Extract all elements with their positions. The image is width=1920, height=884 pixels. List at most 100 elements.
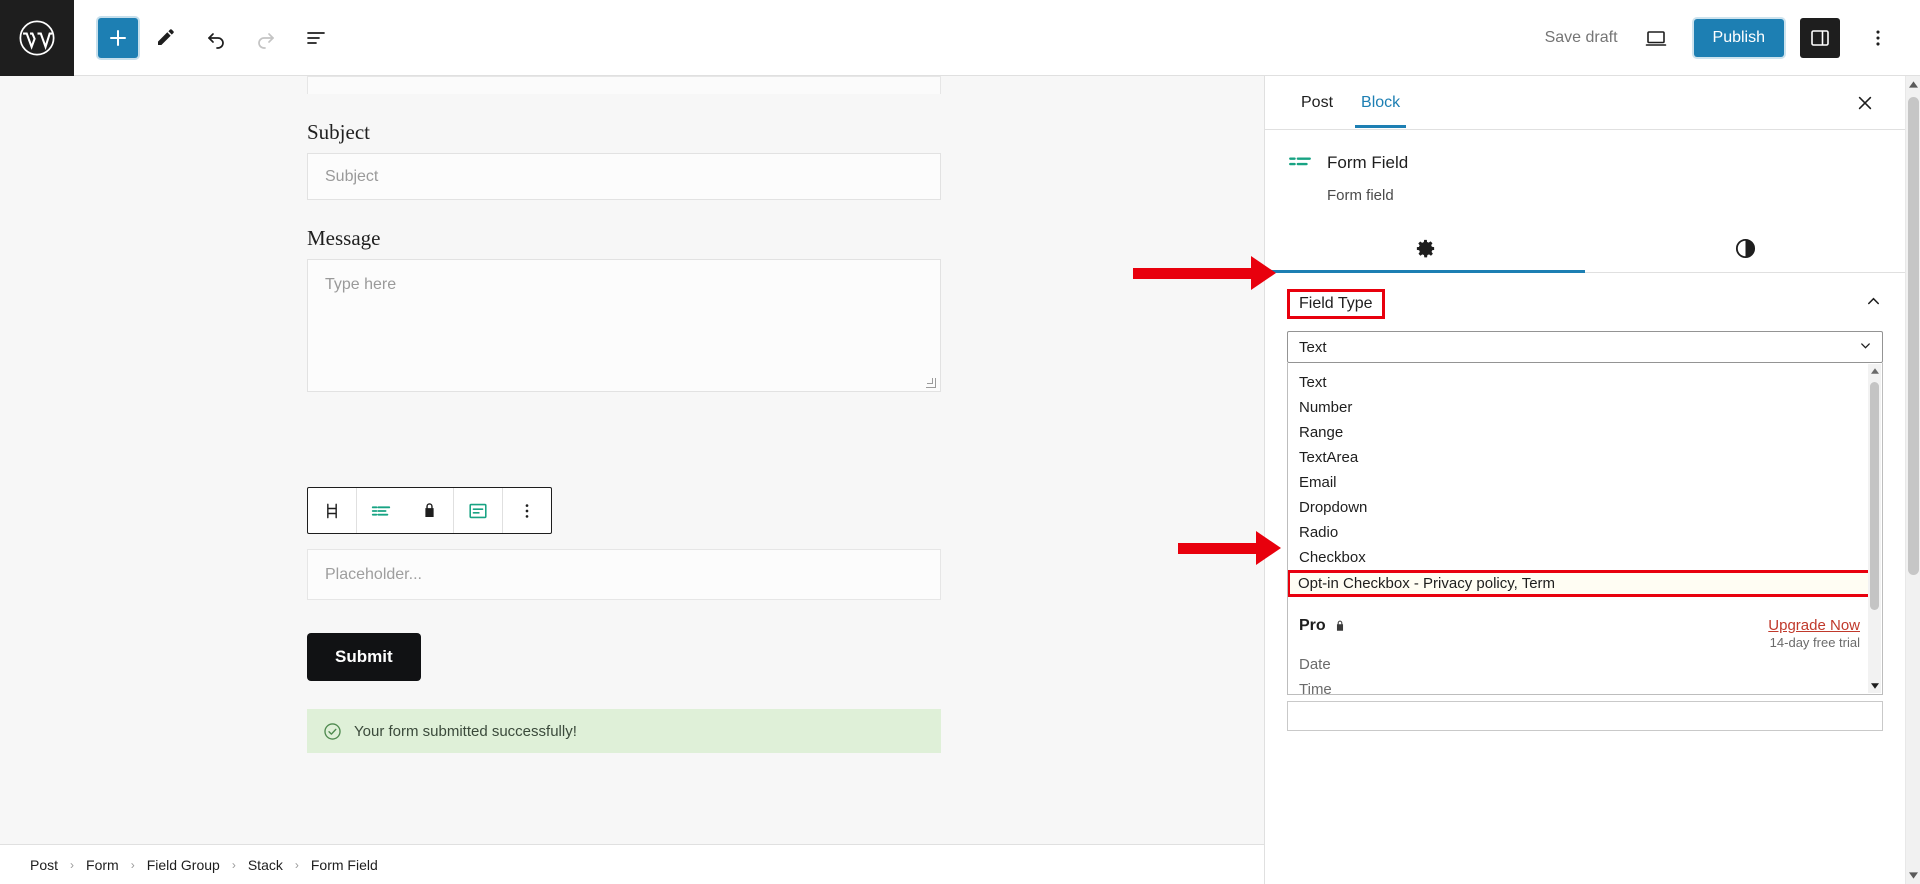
option-email[interactable]: Email xyxy=(1288,470,1882,495)
option-checkbox[interactable]: Checkbox xyxy=(1288,545,1882,570)
submit-button[interactable]: Submit xyxy=(307,633,421,681)
settings-sidebar: Post Block Form Field Form field Field T… xyxy=(1264,76,1920,884)
pro-upgrade-group: Upgrade Now 14-day free trial xyxy=(1768,617,1860,652)
tab-block[interactable]: Block xyxy=(1347,78,1414,128)
vertical-ellipsis-icon[interactable] xyxy=(1856,16,1900,60)
option-radio[interactable]: Radio xyxy=(1288,520,1882,545)
breadcrumb-separator: › xyxy=(294,857,299,872)
drag-handle-icon[interactable] xyxy=(308,488,356,533)
selected-field-input[interactable]: Placeholder... xyxy=(307,549,941,600)
editor-top-bar: Save draft Publish xyxy=(0,0,1920,76)
pro-group-label: Pro xyxy=(1299,617,1347,635)
breadcrumb-item-form[interactable]: Form xyxy=(82,855,123,875)
align-text-icon[interactable] xyxy=(454,488,502,533)
wordpress-block-editor: Save draft Publish Subject Subject Messa… xyxy=(0,0,1920,884)
form-field-icon xyxy=(1289,157,1311,166)
free-trial-label: 14-day free trial xyxy=(1769,635,1860,650)
option-dropdown[interactable]: Dropdown xyxy=(1288,495,1882,520)
breadcrumb-separator: › xyxy=(231,857,236,872)
field-type-panel-header[interactable]: Field Type xyxy=(1265,273,1905,331)
block-info-row: Form Field xyxy=(1287,150,1883,176)
block-info-card: Form Field Form field xyxy=(1265,130,1905,210)
option-textarea[interactable]: TextArea xyxy=(1288,445,1882,470)
gear-settings-icon[interactable] xyxy=(1265,224,1585,273)
chevron-down-icon[interactable] xyxy=(1858,338,1873,357)
tools-pencil-icon[interactable] xyxy=(144,16,188,60)
close-x-icon[interactable] xyxy=(1847,85,1883,121)
option-date-locked[interactable]: Date xyxy=(1288,652,1882,677)
option-list-scrollbar[interactable] xyxy=(1868,364,1881,693)
chevron-up-icon[interactable] xyxy=(1864,292,1883,316)
block-toolbar xyxy=(307,487,552,534)
block-description: Form field xyxy=(1327,187,1394,204)
subject-field-label: Subject xyxy=(307,120,370,144)
add-block-button[interactable] xyxy=(98,17,138,58)
textarea-resize-handle[interactable] xyxy=(926,378,936,388)
next-setting-field[interactable] xyxy=(1287,701,1883,731)
scroll-down-arrow-icon[interactable] xyxy=(1906,867,1920,884)
success-message-text: Your form submitted successfully! xyxy=(354,722,577,740)
toolbar-right-group: Save draft Publish xyxy=(1545,16,1920,60)
scroll-up-arrow-icon[interactable] xyxy=(1868,364,1881,378)
list-view-icon[interactable] xyxy=(294,16,338,60)
undo-arrow-icon[interactable] xyxy=(194,16,238,60)
sidebar-tab-bar: Post Block xyxy=(1265,76,1905,130)
sidebar-subtab-bar xyxy=(1265,224,1905,273)
desktop-preview-icon[interactable] xyxy=(1634,16,1678,60)
sidebar-scrollbar[interactable] xyxy=(1905,76,1920,884)
field-type-select-value: Text xyxy=(1299,338,1327,356)
styles-contrast-icon[interactable] xyxy=(1585,224,1905,272)
message-textarea[interactable]: Type here xyxy=(307,259,941,392)
lock-icon[interactable] xyxy=(405,488,453,533)
breadcrumb-item-form-field[interactable]: Form Field xyxy=(307,855,382,875)
option-list-scrollbar-thumb[interactable] xyxy=(1870,382,1879,610)
option-time-locked[interactable]: Time xyxy=(1288,677,1882,694)
scroll-up-arrow-icon[interactable] xyxy=(1906,76,1920,93)
field-type-title-highlight: Field Type xyxy=(1287,289,1385,319)
breadcrumb-item-post[interactable]: Post xyxy=(26,855,62,875)
vertical-ellipsis-icon[interactable] xyxy=(503,488,551,533)
field-type-title: Field Type xyxy=(1299,295,1373,312)
block-toolbar-more-group xyxy=(503,488,551,533)
block-toolbar-drag-group xyxy=(308,488,357,533)
breadcrumb: Post › Form › Field Group › Stack › Form… xyxy=(0,844,1264,884)
check-circle-icon xyxy=(324,722,341,740)
pro-label-text: Pro xyxy=(1299,617,1326,634)
subject-input-placeholder: Subject xyxy=(325,167,379,185)
sidebar-scrollbar-thumb[interactable] xyxy=(1908,97,1919,575)
option-text[interactable]: Text xyxy=(1288,370,1882,395)
scroll-down-arrow-icon[interactable] xyxy=(1868,679,1881,693)
pro-upsell-row: Pro Upgrade Now 14-day free trial xyxy=(1288,603,1882,652)
block-toolbar-align-group xyxy=(454,488,503,533)
editor-canvas: Subject Subject Message Type here Placeh… xyxy=(0,76,1264,884)
breadcrumb-item-stack[interactable]: Stack xyxy=(244,855,287,875)
block-toolbar-type-group xyxy=(357,488,454,533)
contact-form: Subject Subject Message Type here xyxy=(307,76,941,392)
field-type-option-list[interactable]: Text Number Range TextArea Email Dropdow… xyxy=(1287,363,1883,695)
tab-post[interactable]: Post xyxy=(1287,78,1347,127)
wordpress-logo-icon[interactable] xyxy=(0,0,74,76)
lock-icon xyxy=(1336,620,1343,631)
option-optin-checkbox[interactable]: Opt-in Checkbox - Privacy policy, Term xyxy=(1288,570,1880,597)
field-type-select[interactable]: Text xyxy=(1287,331,1883,363)
publish-button[interactable]: Publish xyxy=(1693,18,1784,57)
selected-field-placeholder: Placeholder... xyxy=(325,565,422,583)
sidebar-content: Post Block Form Field Form field Field T… xyxy=(1265,76,1905,884)
redo-arrow-icon[interactable] xyxy=(244,16,288,60)
breadcrumb-item-field-group[interactable]: Field Group xyxy=(143,855,224,875)
option-range[interactable]: Range xyxy=(1288,420,1882,445)
settings-sidebar-icon[interactable] xyxy=(1800,17,1840,58)
breadcrumb-separator: › xyxy=(70,857,75,872)
block-title: Form Field xyxy=(1327,153,1409,172)
upgrade-now-link[interactable]: Upgrade Now xyxy=(1768,617,1860,634)
save-draft-button[interactable]: Save draft xyxy=(1545,29,1618,47)
subject-input[interactable]: Subject xyxy=(307,153,941,200)
message-field-label: Message xyxy=(307,226,381,250)
form-field-icon[interactable] xyxy=(357,488,405,533)
option-number[interactable]: Number xyxy=(1288,395,1882,420)
message-textarea-placeholder: Type here xyxy=(325,276,397,293)
breadcrumb-separator: › xyxy=(130,857,135,872)
toolbar-left-group xyxy=(74,16,338,60)
form-success-message: Your form submitted successfully! xyxy=(307,709,941,753)
partial-field-above xyxy=(307,76,941,94)
